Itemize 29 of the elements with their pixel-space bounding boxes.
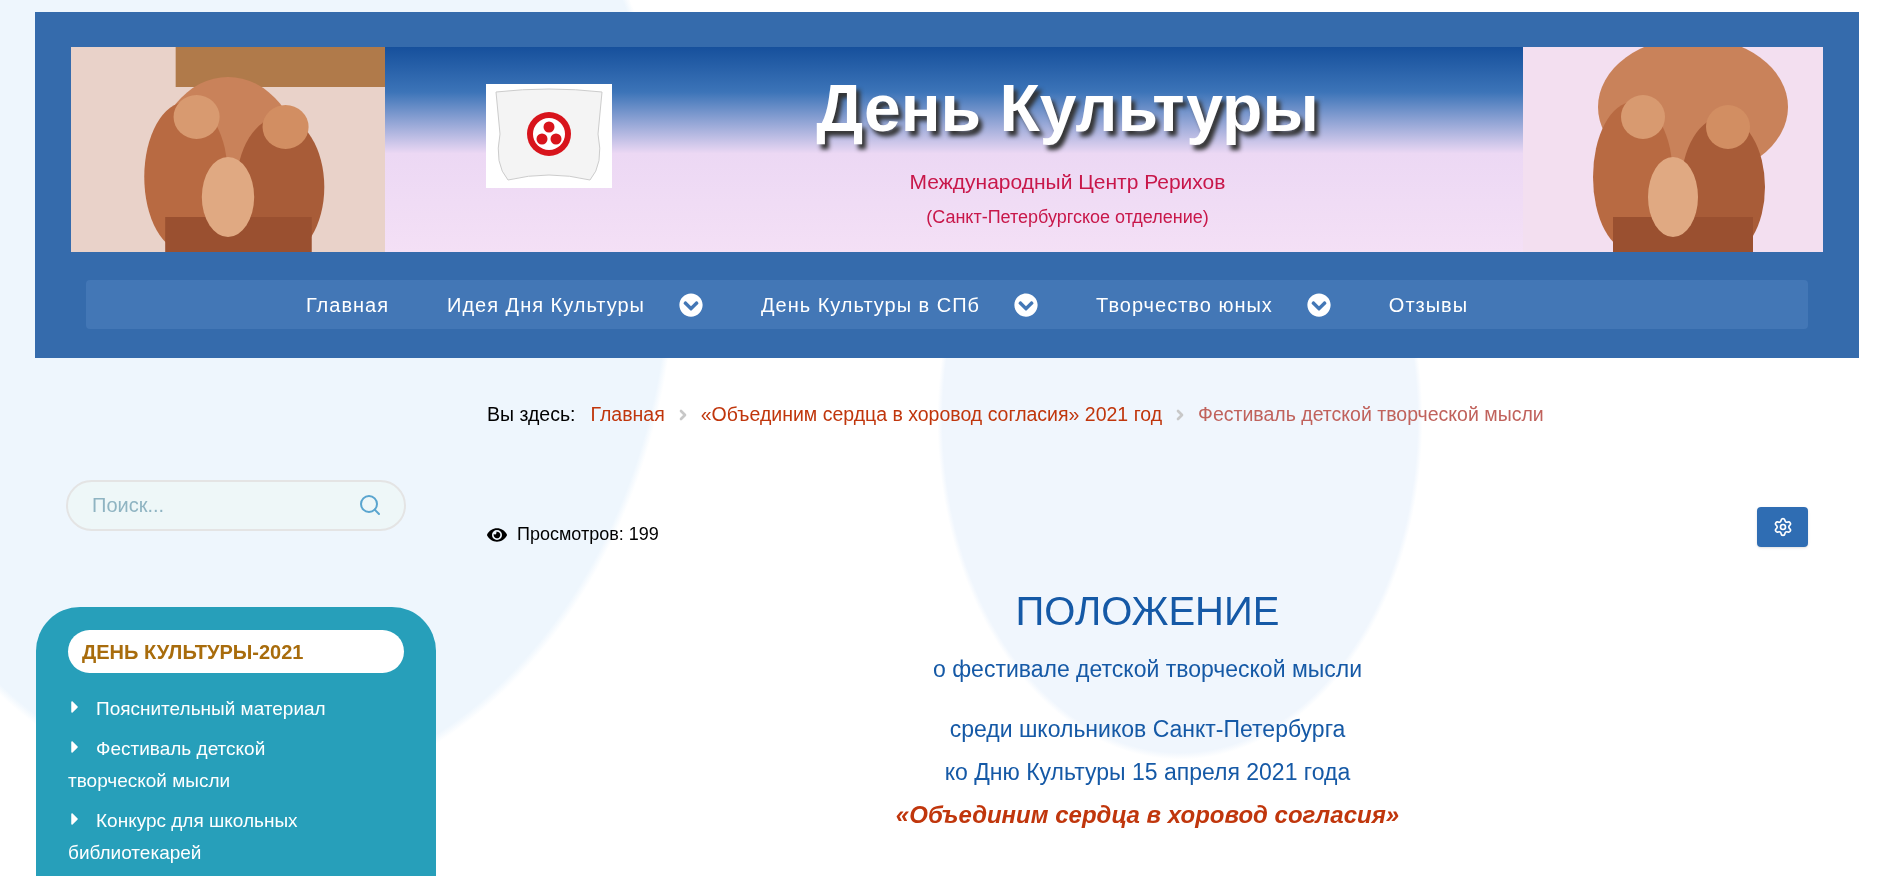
article-line: среди школьников Санкт-Петербурга xyxy=(949,714,1346,743)
sidebar-link[interactable]: Фестиваль детской творческой мысли xyxy=(68,733,368,797)
nav-link[interactable]: Идея Дня Культуры xyxy=(447,289,645,320)
banner-subtitle: Международный Центр Рерихов xyxy=(909,169,1226,195)
article-subtitle: о фестивале детской творческой мысли xyxy=(933,655,1362,685)
breadcrumb-label: Вы здесь: xyxy=(487,402,576,427)
article-heading: ПОЛОЖЕНИЕ xyxy=(1015,588,1280,635)
sidebar-link[interactable]: Конкурс для школьных библиотекарей xyxy=(68,805,368,869)
nav-link[interactable]: Отзывы xyxy=(1388,289,1469,320)
search-icon[interactable] xyxy=(358,493,382,517)
article-motto: «Объединим сердца в хоровод согласия» xyxy=(895,800,1400,829)
sidebar-title: ДЕНЬ КУЛЬТУРЫ-2021 xyxy=(68,630,404,673)
nav-link[interactable]: Главная xyxy=(305,289,390,320)
sidebar-link[interactable]: Пояснительный материал xyxy=(68,693,326,725)
settings-button[interactable] xyxy=(1757,507,1808,548)
breadcrumb-link[interactable]: Главная xyxy=(590,400,665,430)
breadcrumb-link[interactable]: Фестиваль детской творческой мысли xyxy=(1198,400,1544,430)
breadcrumb-link[interactable]: «Объединим сердца в хоровод согласия» 2021 год xyxy=(700,400,1163,430)
chevron-down-icon[interactable] xyxy=(1306,292,1331,317)
banner-logo-icon xyxy=(486,84,612,188)
banner-subtitle: (Санкт-Петербургское отделение) xyxy=(926,205,1209,229)
settings-icon xyxy=(1772,517,1793,538)
nav-link[interactable]: День Культуры в СПб xyxy=(760,289,981,320)
chevron-down-icon[interactable] xyxy=(678,292,703,317)
views-count: Просмотров: 199 xyxy=(517,523,659,547)
nav-link[interactable]: Творчество юных xyxy=(1096,289,1273,320)
article-line: ко Дню Культуры 15 апреля 2021 года xyxy=(944,757,1351,786)
search-field[interactable]: Поиск... xyxy=(66,480,406,531)
chevron-down-icon[interactable] xyxy=(1014,292,1039,317)
